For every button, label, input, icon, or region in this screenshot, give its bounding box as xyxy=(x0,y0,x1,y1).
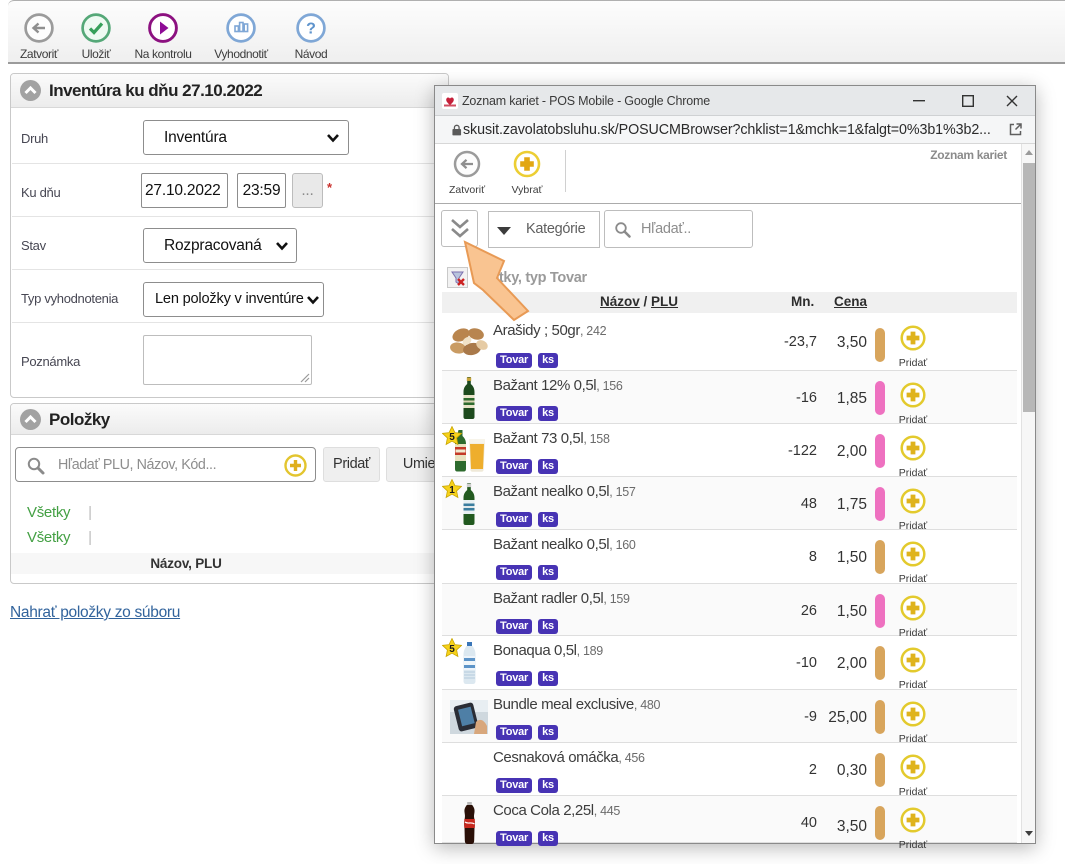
svg-text:5: 5 xyxy=(449,644,455,655)
svg-text:?: ? xyxy=(306,21,316,38)
svg-text:5: 5 xyxy=(449,432,455,443)
svg-text:1: 1 xyxy=(449,485,455,496)
